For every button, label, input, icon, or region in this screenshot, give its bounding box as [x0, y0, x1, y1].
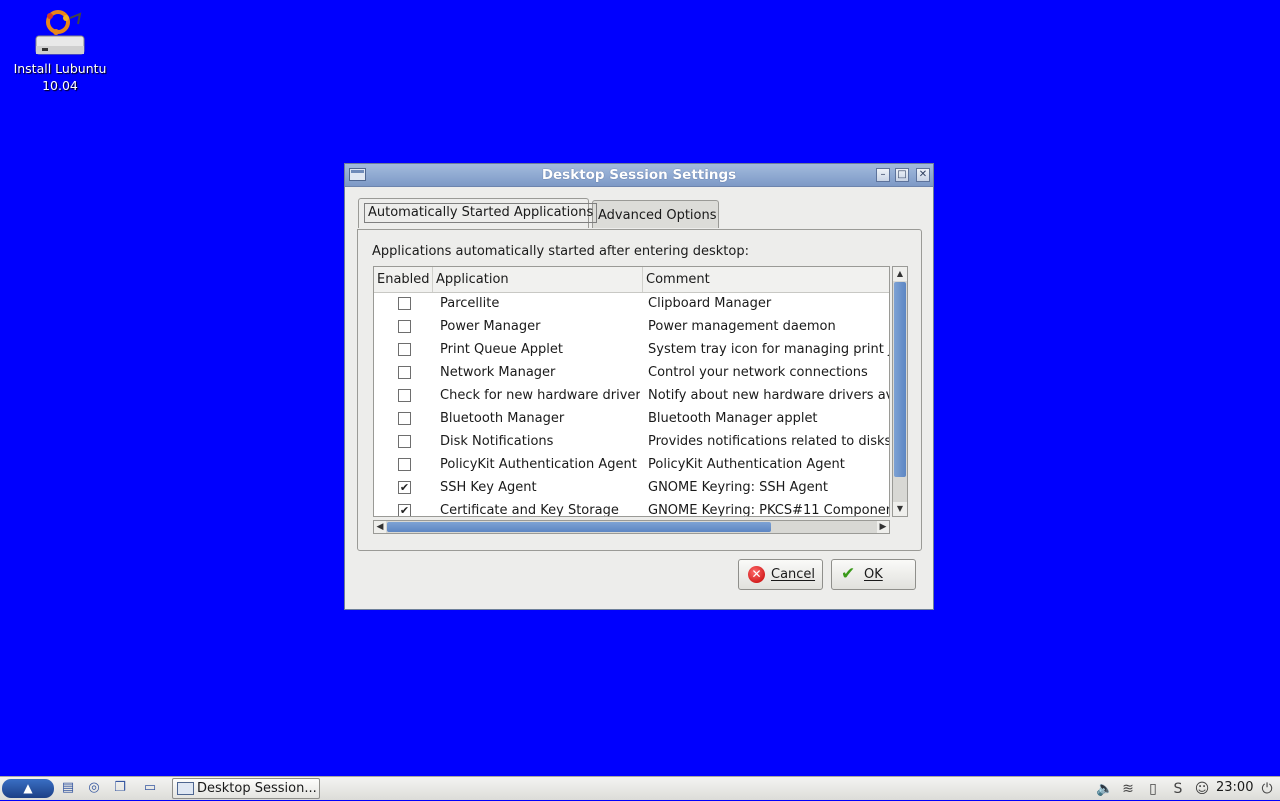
close-button[interactable]: ✕	[916, 168, 930, 182]
scroll-right-arrow-icon[interactable]: ▶	[877, 521, 889, 533]
application-comment: GNOME Keyring: PKCS#11 Componen	[648, 503, 890, 517]
application-name: Power Manager	[440, 319, 541, 334]
enabled-checkbox[interactable]: ✔	[398, 504, 411, 516]
application-name: Check for new hardware drivers	[440, 388, 640, 403]
wifi-icon[interactable]: ≋	[1117, 777, 1139, 801]
volume-icon[interactable]: 🔈	[1094, 777, 1116, 801]
list-row[interactable]: Power Manager Power management daemon	[374, 315, 889, 338]
application-comment: Control your network connections	[648, 365, 868, 380]
icon-label-line2: 10.04	[42, 78, 78, 93]
start-menu-button[interactable]: ▲	[2, 779, 54, 798]
enabled-checkbox[interactable]: ✔	[398, 481, 411, 494]
description-label: Applications automatically started after…	[372, 244, 749, 259]
clock: 23:00	[1216, 780, 1254, 795]
tab-panel: Applications automatically started after…	[357, 229, 922, 551]
tab-auto-started-apps[interactable]: Automatically Started Applications	[358, 198, 598, 228]
task-label: Desktop Session...	[197, 781, 317, 796]
application-name: SSH Key Agent	[440, 480, 537, 495]
horizontal-scrollbar[interactable]: ◀ ▶	[373, 520, 890, 534]
user-icon[interactable]: ☺	[1191, 777, 1213, 801]
application-comment: Bluetooth Manager applet	[648, 411, 818, 426]
application-name: Disk Notifications	[440, 434, 554, 449]
list-header: Enabled Application Comment	[374, 267, 889, 293]
lubuntu-update-icon[interactable]: S	[1167, 777, 1189, 801]
list-row[interactable]: Disk Notifications Provides notifications…	[374, 430, 889, 453]
column-header-application[interactable]: Application	[433, 267, 643, 292]
cancel-icon: ✕	[748, 566, 765, 583]
install-lubuntu-desktop-icon[interactable]: Install Lubuntu 10.04	[8, 8, 112, 94]
minimize-button[interactable]: –	[876, 168, 890, 182]
application-comment: Provides notifications related to disks	[648, 434, 890, 449]
maximize-button[interactable]: □	[895, 168, 909, 182]
taskbar: ▲ ▤ ◎ ❐ ▭ Desktop Session... 🔈 ≋ ▯ S ☺ 2…	[0, 776, 1280, 800]
application-name: Bluetooth Manager	[440, 411, 565, 426]
application-comment: GNOME Keyring: SSH Agent	[648, 480, 829, 495]
enabled-checkbox[interactable]	[398, 320, 411, 333]
ok-label: OK	[864, 567, 883, 582]
vertical-scrollbar[interactable]: ▲ ▼	[892, 266, 908, 517]
application-name: Certificate and Key Storage	[440, 503, 619, 517]
window-icon	[177, 782, 194, 795]
show-desktop-icon[interactable]: ▭	[140, 779, 160, 797]
enabled-checkbox[interactable]	[398, 366, 411, 379]
list-row[interactable]: ✔ SSH Key Agent GNOME Keyring: SSH Agent	[374, 476, 889, 499]
cancel-label: Cancel	[771, 567, 816, 582]
battery-icon[interactable]: ▯	[1142, 777, 1164, 801]
enabled-checkbox[interactable]	[398, 435, 411, 448]
list-row[interactable]: Print Queue Applet System tray icon for m…	[374, 338, 889, 361]
web-browser-icon[interactable]: ◎	[84, 779, 104, 797]
application-name: Network Manager	[440, 365, 556, 380]
application-comment: Clipboard Manager	[648, 296, 772, 311]
list-row[interactable]: PolicyKit Authentication Agent PolicyKit …	[374, 453, 889, 476]
application-name: PolicyKit Authentication Agent	[440, 457, 637, 472]
list-row[interactable]: Network Manager Control your network conn…	[374, 361, 889, 384]
column-header-enabled[interactable]: Enabled	[374, 267, 433, 292]
desktop-session-settings-window: Desktop Session Settings – □ ✕ Automatic…	[344, 163, 934, 610]
enabled-checkbox[interactable]	[398, 458, 411, 471]
icon-label-line1: Install Lubuntu	[13, 61, 107, 76]
window-title: Desktop Session Settings	[541, 167, 737, 183]
application-comment: Power management daemon	[648, 319, 836, 334]
autostart-app-list: Enabled Application Comment Parcellite Cl…	[373, 266, 890, 517]
scroll-left-arrow-icon[interactable]: ◀	[374, 521, 386, 533]
disk-drive-icon	[32, 8, 88, 60]
application-comment: Notify about new hardware drivers ava	[648, 388, 890, 403]
application-comment: PolicyKit Authentication Agent	[648, 457, 845, 472]
list-rows: Parcellite Clipboard Manager Power Manage…	[374, 292, 890, 517]
list-row[interactable]: Parcellite Clipboard Manager	[374, 292, 889, 315]
enabled-checkbox[interactable]	[398, 389, 411, 402]
enabled-checkbox[interactable]	[398, 343, 411, 356]
application-comment: System tray icon for managing print jo	[648, 342, 890, 357]
scroll-down-arrow-icon[interactable]: ▼	[893, 502, 907, 516]
checkmark-icon: ✔	[841, 564, 856, 584]
title-bar[interactable]: Desktop Session Settings – □ ✕	[345, 164, 933, 187]
list-row[interactable]: ✔ Certificate and Key Storage GNOME Keyrin…	[374, 499, 890, 517]
tab-label: Automatically Started Applications	[364, 203, 598, 223]
enabled-checkbox[interactable]	[398, 412, 411, 425]
application-name: Print Queue Applet	[440, 342, 563, 357]
vertical-scroll-thumb[interactable]	[894, 282, 906, 477]
enabled-checkbox[interactable]	[398, 297, 411, 310]
file-manager-icon[interactable]: ▤	[58, 779, 78, 797]
column-header-comment[interactable]: Comment	[643, 267, 889, 292]
taskbar-window-button[interactable]: Desktop Session...	[172, 778, 320, 799]
cancel-button[interactable]: ✕ Cancel	[738, 559, 823, 590]
tab-advanced-options[interactable]: Advanced Options	[592, 200, 719, 228]
list-row[interactable]: Bluetooth Manager Bluetooth Manager apple…	[374, 407, 889, 430]
scroll-up-arrow-icon[interactable]: ▲	[893, 267, 907, 281]
list-row[interactable]: Check for new hardware drivers Notify abo…	[374, 384, 889, 407]
ok-button[interactable]: ✔ OK	[831, 559, 916, 590]
application-name: Parcellite	[440, 296, 500, 311]
switch-desktops-icon[interactable]: ❐	[110, 779, 130, 797]
power-icon[interactable]: ⏻	[1256, 777, 1278, 801]
horizontal-scroll-thumb[interactable]	[387, 522, 771, 532]
